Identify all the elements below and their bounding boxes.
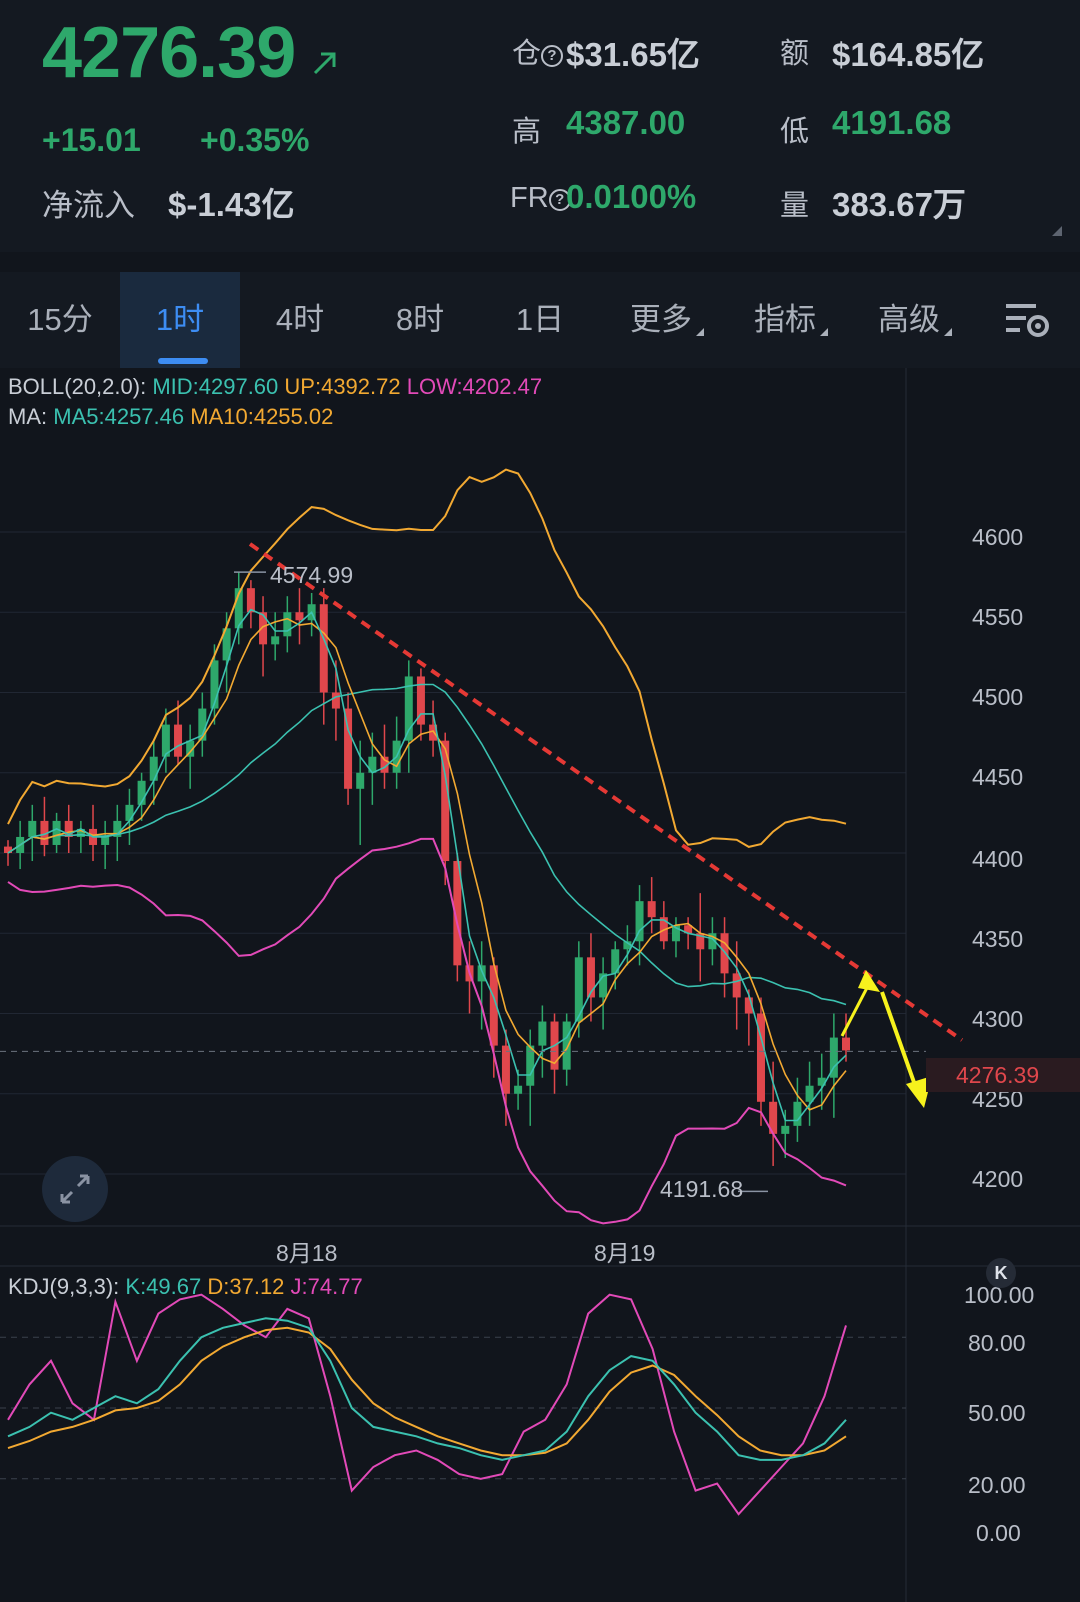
candle-body <box>28 820 37 837</box>
current-price-tag: 4276.39 <box>926 1058 1080 1092</box>
turnover-label: 额 <box>780 38 810 70</box>
high-value: 4387.00 <box>566 104 686 141</box>
turnover-value: $164.85亿 <box>832 36 985 73</box>
candle-body <box>805 1085 814 1102</box>
tab-advanced[interactable]: 高级 <box>853 272 977 368</box>
boll-legend: BOLL(20,2.0): MID:4297.60 UP:4392.72 LOW… <box>8 374 543 399</box>
candle-body <box>793 1101 802 1126</box>
price-axis-label: 4550 <box>972 604 1024 630</box>
tab-indicators[interactable]: 指标 <box>729 272 853 368</box>
expand-button[interactable] <box>42 1156 108 1222</box>
kdj-d-value: D:37.12 <box>207 1274 285 1299</box>
candle-body <box>283 612 292 637</box>
open-interest-value: $31.65亿 <box>566 36 700 73</box>
tab-1h[interactable]: 1时 <box>120 272 240 368</box>
funding-rate-label: FR? <box>510 182 571 215</box>
candle-body <box>149 756 158 781</box>
interval-tabs: 15分 1时 4时 8时 1日 更多 指标 高级 <box>0 272 1080 368</box>
tab-more[interactable]: 更多 <box>605 272 729 368</box>
price-axis-label: 4300 <box>972 1006 1024 1032</box>
ticker-header: 4276.39 +15.01 +0.35% 净流入 $-1.43亿 仓? $31… <box>0 0 1080 252</box>
tab-4h[interactable]: 4时 <box>240 272 360 368</box>
price-axis-label: 4450 <box>972 764 1024 790</box>
chart-canvas[interactable] <box>0 368 1080 1602</box>
net-inflow-label: 净流入 <box>42 188 135 223</box>
kdj-k-value: K:49.67 <box>125 1274 202 1299</box>
kdj-j-value: J:74.77 <box>290 1274 363 1299</box>
ma-legend: MA: MA5:4257.46 MA10:4255.02 <box>8 404 334 429</box>
boll-lower-line <box>7 837 847 1225</box>
volume-value: 383.67万 <box>832 186 966 223</box>
candle-body <box>259 612 268 645</box>
boll-upper-line <box>7 468 847 848</box>
candle-body <box>246 588 255 613</box>
candle-body <box>720 933 729 974</box>
kdj-axis-label: 0.00 <box>976 1520 1021 1546</box>
price-axis-label: 4350 <box>972 926 1024 952</box>
boll-mid-value: MID:4297.60 <box>152 374 279 399</box>
scroll-latest-button[interactable]: K <box>986 1258 1016 1288</box>
chart-area[interactable]: BOLL(20,2.0): MID:4297.60 UP:4392.72 LOW… <box>0 368 1080 1602</box>
candle-body <box>501 1045 510 1094</box>
boll-up-value: UP:4392.72 <box>284 374 401 399</box>
price-axis-label: 4400 <box>972 846 1024 872</box>
price-change: +15.01 <box>42 122 141 158</box>
candle-body <box>52 820 61 845</box>
candle-body <box>477 965 486 982</box>
help-icon[interactable]: ? <box>541 45 564 67</box>
price-axis-label: 4500 <box>972 684 1024 710</box>
funding-rate-value: 0.0100% <box>566 178 697 215</box>
expand-icon <box>60 1174 90 1204</box>
expand-corner-icon[interactable] <box>1052 226 1062 236</box>
candle-body <box>356 772 365 789</box>
last-price: 4276.39 <box>42 13 296 93</box>
arrow-up-right-icon <box>313 52 336 75</box>
volume-label: 量 <box>780 190 810 222</box>
price-axis-label: 4200 <box>972 1166 1024 1192</box>
tab-15m[interactable]: 15分 <box>0 272 120 368</box>
candle-body <box>101 836 110 845</box>
annotation-arrow-up <box>840 981 872 1037</box>
low-label: 低 <box>780 116 810 148</box>
tab-1d[interactable]: 1日 <box>480 272 600 368</box>
candle-body <box>562 1021 571 1070</box>
candle-body <box>125 804 134 821</box>
boll-low-value: LOW:4202.47 <box>406 374 543 399</box>
candle-body <box>344 708 353 789</box>
candle-body <box>647 901 656 918</box>
candle-body <box>781 1125 790 1134</box>
candle-body <box>319 604 328 693</box>
candle-body <box>842 1037 850 1051</box>
date-label: 8月18 <box>276 1240 338 1266</box>
open-interest-label: 仓? <box>512 30 564 72</box>
high-marker-label: 4574.99 <box>270 562 354 588</box>
candle-body <box>538 1021 547 1046</box>
trendline <box>248 542 964 1042</box>
date-label: 8月19 <box>594 1240 656 1266</box>
price-change-pct: +0.35% <box>200 122 310 158</box>
price-axis-label: 4600 <box>972 524 1024 550</box>
active-tab-indicator <box>158 358 208 364</box>
candle-body <box>514 1085 523 1094</box>
ma5-value: MA5:4257.46 <box>53 404 185 429</box>
candle-body <box>732 973 741 998</box>
kdj-legend: KDJ(9,3,3): K:49.67 D:37.12 J:74.77 <box>8 1274 363 1299</box>
kdj-j-line <box>7 1293 847 1516</box>
ma5-line <box>7 608 847 1122</box>
kdj-axis-label: 80.00 <box>968 1330 1026 1356</box>
ma10-value: MA10:4255.02 <box>190 404 334 429</box>
kdj-axis-label: 50.00 <box>968 1400 1026 1426</box>
kdj-axis-label: 20.00 <box>968 1472 1026 1498</box>
candle-body <box>295 612 304 621</box>
net-inflow-value: $-1.43亿 <box>168 186 295 223</box>
candle-body <box>174 724 183 757</box>
chart-settings-icon[interactable] <box>1004 300 1052 340</box>
candle-body <box>331 692 340 709</box>
low-value: 4191.68 <box>832 104 952 141</box>
tab-8h[interactable]: 8时 <box>360 272 480 368</box>
kdj-k-line <box>7 1317 847 1461</box>
candle-body <box>271 636 280 645</box>
high-label: 高 <box>512 116 542 148</box>
low-marker-label: 4191.68 <box>660 1176 744 1202</box>
